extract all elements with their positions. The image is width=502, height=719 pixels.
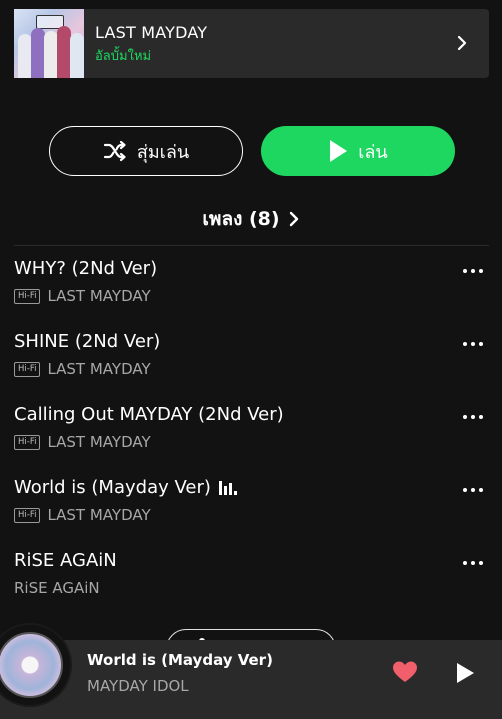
chevron-right-icon <box>289 211 298 227</box>
track-row[interactable]: WHY? (2Nd Ver) Hi-Fi LAST MAYDAY <box>14 258 489 318</box>
shuffle-label: สุ่มเล่น <box>136 141 190 163</box>
track-title: RiSE AGAiN <box>14 550 117 571</box>
track-title: WHY? (2Nd Ver) <box>14 258 158 279</box>
more-options-icon[interactable] <box>463 415 483 421</box>
track-title: Calling Out MAYDAY (2Nd Ver) <box>14 404 284 425</box>
album-cover-image <box>14 9 84 78</box>
now-playing-equalizer-icon <box>218 480 237 495</box>
play-button[interactable]: เล่น <box>261 126 455 176</box>
songs-section-header[interactable]: เพลง (8) <box>0 204 502 234</box>
now-playing-artist: MAYDAY IDOL <box>87 677 189 695</box>
album-title: LAST MAYDAY <box>95 23 208 42</box>
hifi-badge: Hi-Fi <box>14 288 41 304</box>
track-artist: LAST MAYDAY <box>47 360 151 378</box>
track-artist: LAST MAYDAY <box>47 433 151 451</box>
play-icon <box>330 140 348 162</box>
play-label: เล่น <box>358 141 388 163</box>
songs-header-label: เพลง (8) <box>202 208 280 230</box>
more-options-icon[interactable] <box>463 488 483 494</box>
heart-icon[interactable] <box>392 660 418 684</box>
mini-play-icon[interactable] <box>455 662 475 684</box>
divider <box>14 245 489 246</box>
shuffle-icon <box>103 140 126 162</box>
more-options-icon[interactable] <box>463 269 483 275</box>
album-subtitle: อัลบั้มใหม่ <box>95 49 152 64</box>
hifi-badge: Hi-Fi <box>14 434 41 450</box>
shuffle-play-button[interactable]: สุ่มเล่น <box>49 126 243 176</box>
track-artist: LAST MAYDAY <box>47 287 151 305</box>
hifi-badge: Hi-Fi <box>14 361 41 377</box>
hifi-badge: Hi-Fi <box>14 507 41 523</box>
chevron-right-icon <box>457 35 467 51</box>
more-options-icon[interactable] <box>463 561 483 567</box>
track-row[interactable]: SHINE (2Nd Ver) Hi-Fi LAST MAYDAY <box>14 331 489 391</box>
track-row[interactable]: RiSE AGAiN RiSE AGAiN <box>14 550 489 610</box>
track-title: SHINE (2Nd Ver) <box>14 331 161 352</box>
track-artist: RiSE AGAiN <box>14 579 100 597</box>
album-card[interactable]: LAST MAYDAY อัลบั้มใหม่ <box>14 9 489 78</box>
track-title: World is (Mayday Ver) <box>14 477 211 498</box>
now-playing-title: World is (Mayday Ver) <box>87 651 273 669</box>
track-artist: LAST MAYDAY <box>47 506 151 524</box>
track-row[interactable]: Calling Out MAYDAY (2Nd Ver) Hi-Fi LAST … <box>14 404 489 464</box>
track-row[interactable]: World is (Mayday Ver) Hi-Fi LAST MAYDAY <box>14 477 489 537</box>
more-options-icon[interactable] <box>463 342 483 348</box>
